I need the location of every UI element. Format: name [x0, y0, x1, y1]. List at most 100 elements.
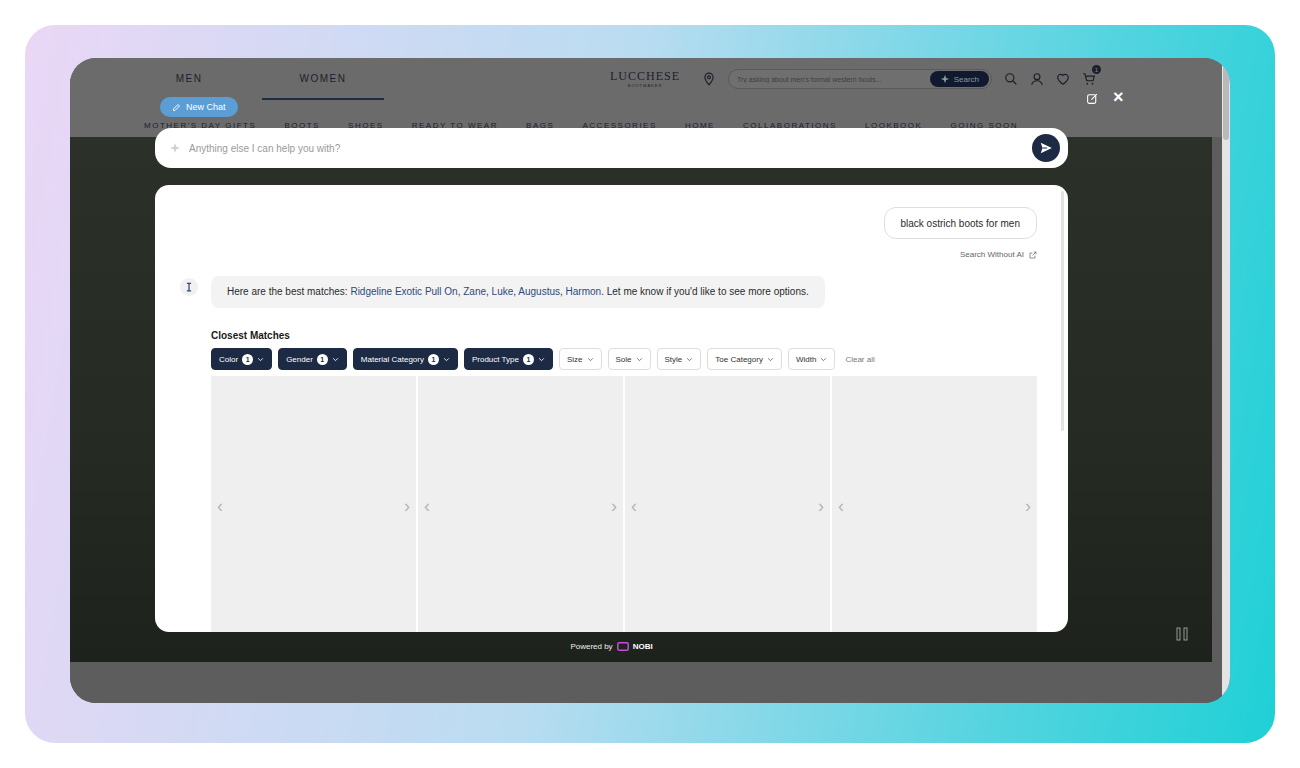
search-without-ai-label: Search Without AI: [960, 250, 1024, 259]
chevron-down-icon: [443, 356, 450, 363]
chevron-down-icon: [686, 356, 693, 363]
filter-count: 1: [317, 354, 328, 365]
browser-window: MEN WOMEN LUCCHESEBOOTMAKER Try asking abou…: [70, 58, 1230, 703]
filter-chip[interactable]: Toe Category: [707, 348, 782, 370]
product-link[interactable]: Augustus: [518, 286, 560, 297]
account-icon[interactable]: [1030, 72, 1044, 86]
assistant-message-row: Here are the best matches: Ridgeline Exo…: [180, 276, 1037, 308]
carousel-next[interactable]: ›: [818, 496, 824, 517]
gender-tab[interactable]: WOMEN: [262, 58, 384, 100]
chevron-down-icon: [767, 356, 774, 363]
powered-by-label: Powered by: [570, 642, 612, 651]
new-chat-button[interactable]: New Chat: [160, 97, 238, 117]
stage: MEN WOMEN LUCCHESEBOOTMAKER Try asking abou…: [0, 0, 1300, 768]
assistant-avatar: [180, 278, 198, 296]
carousel-next[interactable]: ›: [1025, 496, 1031, 517]
logo-name: LUCCHESE: [610, 70, 680, 83]
cart[interactable]: 1: [1082, 72, 1096, 86]
edit-icon: [172, 103, 181, 112]
panel-scrollbar[interactable]: [1061, 191, 1064, 431]
header-top: MEN WOMEN LUCCHESEBOOTMAKER Try asking abou…: [70, 58, 1222, 100]
product-link[interactable]: Luke: [492, 286, 514, 297]
sparkle-icon: [940, 74, 950, 84]
product-card[interactable]: ‹›: [832, 376, 1037, 632]
chevron-down-icon: [538, 356, 545, 363]
close-button[interactable]: ×: [1113, 88, 1124, 106]
site-header: MEN WOMEN LUCCHESEBOOTMAKER Try asking abou…: [70, 58, 1222, 137]
filter-count: 1: [428, 354, 439, 365]
link-separator: ,: [458, 286, 464, 297]
reply-outro: . Let me know if you'd like to see more …: [601, 286, 809, 297]
gender-tabs: MEN WOMEN: [70, 58, 590, 100]
carousel-next[interactable]: ›: [611, 496, 617, 517]
filter-chip[interactable]: Size: [559, 348, 602, 370]
search-placeholder: Try asking about men's formal western bo…: [737, 76, 926, 83]
filter-chip[interactable]: Color 1: [211, 348, 272, 370]
search-without-ai[interactable]: Search Without AI: [211, 250, 1037, 259]
filter-label: Width: [796, 355, 816, 364]
filter-chip[interactable]: Product Type1: [464, 348, 553, 370]
link-separator: ,: [513, 286, 518, 297]
page-scrollbar[interactable]: [1222, 58, 1230, 703]
cart-icon: [1082, 72, 1096, 86]
send-button[interactable]: [1032, 134, 1060, 162]
chevron-down-icon: [820, 356, 827, 363]
filter-chip[interactable]: Style: [657, 348, 702, 370]
search-button[interactable]: Search: [930, 71, 989, 87]
carousel-prev[interactable]: ‹: [838, 496, 844, 517]
location-icon[interactable]: [702, 72, 716, 86]
product-card[interactable]: ‹›: [418, 376, 623, 632]
search-icon[interactable]: [1004, 72, 1018, 86]
gradient-frame: MEN WOMEN LUCCHESEBOOTMAKER Try asking abou…: [25, 25, 1275, 743]
logo-tagline: BOOTMAKER: [628, 83, 663, 88]
product-grid: ‹›‹›‹›‹›: [211, 376, 1037, 632]
filter-chip[interactable]: Sole: [608, 348, 651, 370]
cart-count: 1: [1092, 65, 1101, 74]
powered-by-brand[interactable]: NOBI: [633, 642, 653, 651]
clear-all[interactable]: Clear all: [845, 355, 874, 364]
filter-label: Gender: [286, 355, 313, 364]
compose-icon[interactable]: [1086, 92, 1099, 105]
reply-intro: Here are the best matches:: [227, 286, 350, 297]
product-card[interactable]: ‹›: [625, 376, 830, 632]
filter-label: Toe Category: [715, 355, 763, 364]
chat-overlay: Anything else I can help you with? black …: [155, 128, 1068, 651]
filter-count: 1: [242, 354, 253, 365]
filter-label: Material Category: [361, 355, 424, 364]
filter-count: 1: [523, 354, 534, 365]
chevron-down-icon: [332, 356, 339, 363]
filter-bar: Color1Gender1Material Category1Product T…: [211, 348, 1037, 370]
filter-label: Color: [219, 355, 238, 364]
filter-chip[interactable]: Material Category 1: [353, 348, 458, 370]
product-link[interactable]: Ridgeline Exotic Pull On: [350, 286, 457, 297]
product-link[interactable]: Harmon: [566, 286, 602, 297]
nobi-logo-icon: [617, 642, 629, 651]
gender-tab[interactable]: MEN: [128, 58, 250, 100]
chevron-down-icon: [636, 356, 643, 363]
chat-input-placeholder: Anything else I can help you with?: [189, 143, 1024, 154]
carousel-next[interactable]: ›: [404, 496, 410, 517]
filter-chip[interactable]: Gender 1: [278, 348, 347, 370]
filter-label: Size: [567, 355, 583, 364]
product-link[interactable]: Zane: [463, 286, 486, 297]
header-tools: Try asking about men's formal western bo…: [700, 58, 1096, 100]
powered-by: Powered by NOBI: [155, 642, 1068, 651]
chat-input[interactable]: Anything else I can help you with?: [155, 128, 1068, 168]
logo[interactable]: LUCCHESEBOOTMAKER: [590, 58, 700, 100]
send-icon: [1039, 141, 1053, 155]
carousel-prev[interactable]: ‹: [217, 496, 223, 517]
assistant-message: Here are the best matches: Ridgeline Exo…: [211, 276, 825, 308]
page-bottom: [70, 662, 1222, 703]
chat-panel: black ostrich boots for menSearch Withou…: [155, 185, 1068, 632]
filter-chip[interactable]: Width: [788, 348, 835, 370]
link-separator: ,: [486, 286, 492, 297]
carousel-prev[interactable]: ‹: [631, 496, 637, 517]
new-chat-label: New Chat: [186, 102, 226, 112]
product-card[interactable]: ‹›: [211, 376, 416, 632]
carousel-prev[interactable]: ‹: [424, 496, 430, 517]
pause-icon[interactable]: [1176, 627, 1188, 641]
scrollbar-thumb[interactable]: [1223, 60, 1229, 140]
header-search[interactable]: Try asking about men's formal western bo…: [728, 69, 992, 89]
heart-icon[interactable]: [1056, 72, 1070, 86]
filter-label: Style: [665, 355, 683, 364]
